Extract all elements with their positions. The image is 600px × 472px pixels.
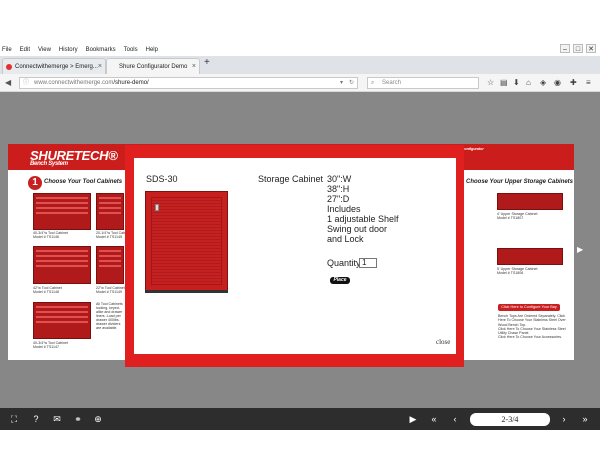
back-icon[interactable]: ◀: [5, 77, 11, 89]
cabinet-label: 22"w Tool Cabinet Model # TS1149: [96, 286, 125, 294]
tool-cabinet-image[interactable]: [33, 246, 91, 284]
chase-panel-link[interactable]: Click Here To Choose Your Stainless Stee…: [498, 327, 570, 336]
search-placeholder: Search: [382, 80, 402, 86]
upper-cabinet-image[interactable]: [497, 193, 563, 210]
desc-line: and Lock: [327, 234, 364, 244]
share-icon[interactable]: ⚭: [70, 412, 86, 426]
close-tab-icon[interactable]: ×: [98, 59, 102, 75]
next-page-icon[interactable]: ›: [556, 412, 572, 426]
cabinet-label: 42"w Tool Cabinet Model # TS1148: [33, 286, 62, 294]
minimize-icon[interactable]: –: [560, 44, 570, 53]
cabinet-label: 40-3/4"w Tool Cabinet Model # TS1147: [33, 341, 68, 349]
tool-cabinet-image[interactable]: [96, 246, 124, 284]
desc-line: Swing out door: [327, 224, 388, 234]
reload-icon[interactable]: ↻: [349, 78, 354, 89]
product-name: Storage Cabinet: [258, 174, 324, 184]
prev-page-arrow-icon[interactable]: ◀: [11, 245, 17, 254]
url-path: /shure-demo/: [113, 80, 149, 86]
maximize-icon[interactable]: □: [573, 44, 583, 53]
last-page-icon[interactable]: »: [577, 412, 593, 426]
reading-list-icon[interactable]: ▤: [500, 77, 508, 89]
email-icon[interactable]: ✉: [49, 412, 65, 426]
tab-bar: Connectwithemerge > Emerg... × Shure Con…: [0, 56, 600, 74]
tab-label: Shure Configurator Demo: [119, 64, 188, 70]
bookmark-star-icon[interactable]: ☆: [487, 77, 494, 89]
configure-bay-button[interactable]: Click Here to Configure Your Bay: [498, 304, 560, 311]
dropdown-icon[interactable]: ▾: [340, 78, 343, 89]
search-icon: ⌕: [371, 80, 375, 86]
upper-cabinet-label: 5' Upper Storage Cabinet Model # TS1806: [497, 267, 538, 275]
quantity-input[interactable]: 1: [359, 258, 377, 268]
site-favicon-icon: [6, 64, 12, 70]
upper-cabinet-image[interactable]: [497, 248, 563, 265]
tool-cabinet-image[interactable]: [33, 302, 91, 339]
menu-tools[interactable]: Tools: [124, 47, 138, 53]
tab-label: Connectwithemerge > Emerg...: [15, 64, 98, 70]
search-input[interactable]: ⌕ Search: [367, 77, 479, 89]
close-tab-icon[interactable]: ×: [192, 59, 196, 75]
next-page-arrow-icon[interactable]: ▶: [577, 245, 583, 254]
tab-shure-configurator[interactable]: Shure Configurator Demo ×: [106, 58, 200, 74]
desc-line: 30":W: [327, 174, 352, 184]
upper-cabinet-label: 4' Upper Storage Cabinet Model # TS1807: [497, 212, 538, 220]
menu-file[interactable]: File: [2, 47, 12, 53]
page-indicator[interactable]: 2-3/4: [470, 413, 550, 426]
desc-line: 1 adjustable Shelf: [327, 214, 399, 224]
tool-cabinet-image[interactable]: [33, 193, 91, 230]
pocket-icon[interactable]: ◈: [540, 77, 546, 89]
menu-help[interactable]: Help: [146, 47, 158, 53]
play-icon[interactable]: ▶: [405, 412, 421, 426]
home-icon[interactable]: ⌂: [526, 77, 531, 89]
close-window-icon[interactable]: ✕: [586, 44, 596, 53]
menu-bar: File Edit View History Bookmarks Tools H…: [0, 44, 600, 56]
section-number-badge: 1: [28, 176, 42, 190]
zoom-icon[interactable]: ⊕: [90, 412, 106, 426]
tool-cabinet-image[interactable]: [96, 193, 124, 230]
extension-icon[interactable]: ✚: [570, 77, 577, 89]
first-page-icon[interactable]: «: [426, 412, 442, 426]
new-tab-button[interactable]: +: [204, 57, 210, 68]
info-icon: ⓘ: [23, 80, 30, 86]
menu-view[interactable]: View: [38, 47, 51, 53]
product-sku: SDS-30: [146, 174, 178, 184]
product-description: 30":W 38":H 27":D Includes 1 adjustable …: [327, 174, 399, 244]
window-titlebar: [0, 0, 600, 44]
desc-line: Includes: [327, 204, 361, 214]
storage-cabinet-image: [145, 191, 228, 293]
downloads-icon[interactable]: ⬇: [513, 77, 520, 89]
close-link[interactable]: close: [436, 338, 450, 346]
section-title: Choose Your Tool Cabinets: [44, 179, 123, 185]
url-domain: www.connectwithemerge.com: [34, 80, 114, 86]
addon-icon[interactable]: ◉: [554, 77, 561, 89]
cabinet-label: 40-3/4"w Tool Cabinet Model # TS1146: [33, 231, 68, 239]
tab-connectwithemerge[interactable]: Connectwithemerge > Emerg... ×: [2, 58, 106, 74]
desc-line: 38":H: [327, 184, 350, 194]
page-footer-area: [0, 430, 600, 472]
shuretech-logo: SHURETECH® Bench System: [30, 148, 118, 167]
lock-icon: [155, 204, 159, 211]
help-icon[interactable]: ?: [28, 412, 44, 426]
desc-line: 27":D: [327, 194, 350, 204]
place-button[interactable]: Place: [330, 277, 350, 284]
accessories-link[interactable]: Click Here To Choose Your Accessories.: [498, 335, 570, 339]
quantity-label: Quantity:: [327, 258, 364, 268]
cabinet-notes: All Tool Cabinets locking, keyed-alike a…: [96, 302, 123, 330]
section-title: Choose Your Upper Storage Cabinets: [466, 179, 574, 185]
menu-bookmarks[interactable]: Bookmarks: [86, 47, 116, 53]
previous-page-icon[interactable]: ‹: [447, 412, 463, 426]
fit-screen-icon[interactable]: ⛶: [6, 412, 22, 426]
hamburger-menu-icon[interactable]: ≡: [586, 77, 591, 89]
accessory-links: Bench Tops Are Ordered Separately. Click…: [498, 314, 570, 340]
window-controls: – □ ✕: [560, 44, 596, 53]
menu-history[interactable]: History: [59, 47, 78, 53]
bench-top-link[interactable]: Bench Tops Are Ordered Separately. Click…: [498, 314, 570, 327]
menu-edit[interactable]: Edit: [20, 47, 30, 53]
url-bar[interactable]: ⓘ www.connectwithemerge.com/shure-demo/ …: [19, 77, 358, 89]
navigation-bar: ◀ ⓘ www.connectwithemerge.com/shure-demo…: [0, 74, 600, 92]
